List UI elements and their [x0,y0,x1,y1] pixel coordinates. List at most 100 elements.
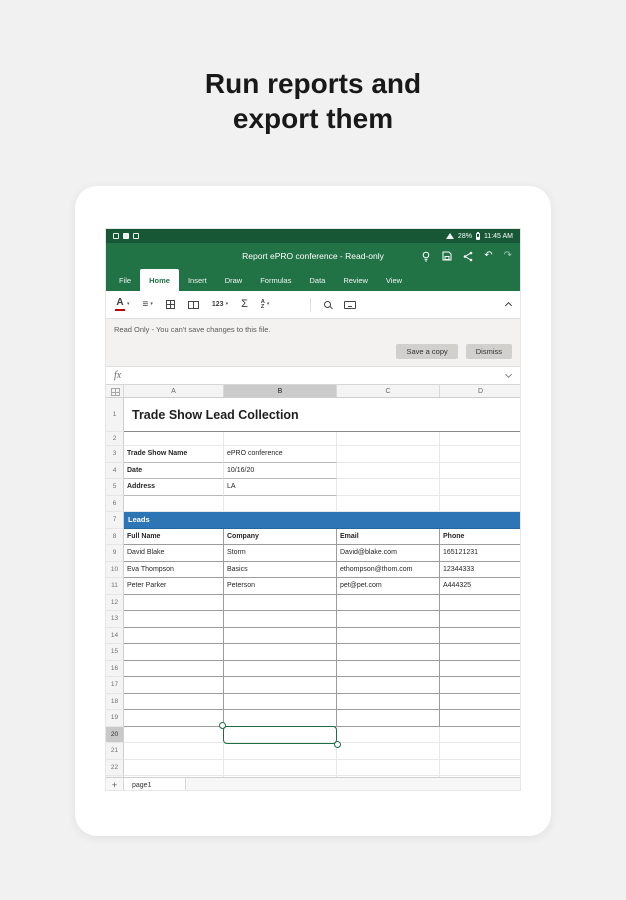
cell-C13[interactable] [337,611,440,628]
selection-box[interactable] [219,722,341,748]
menu-tab-formulas[interactable]: Formulas [251,269,300,291]
cell-D6[interactable] [440,496,520,512]
cell-B21[interactable] [224,743,337,760]
sort-filter-button[interactable]: AZ ▾ [261,299,270,310]
row-header-23[interactable]: 23 [106,776,124,777]
row-header-4[interactable]: 4 [106,462,124,479]
menu-tab-insert[interactable]: Insert [179,269,216,291]
cell-A3[interactable]: Trade Show Name [124,446,224,463]
row-header-2[interactable]: 2 [106,432,124,446]
cell-D12[interactable] [440,595,520,611]
save-icon[interactable] [442,251,452,261]
cell-C17[interactable] [337,677,440,694]
cell-D16[interactable] [440,661,520,677]
cell-leads-header[interactable]: Leads [124,512,520,529]
cell-A20[interactable] [124,726,224,743]
cell-B17[interactable] [224,677,337,694]
row-header-3[interactable]: 3 [106,446,124,463]
cell-D13[interactable] [440,611,520,628]
cell-D21[interactable] [440,743,520,760]
cell-B19[interactable] [224,710,337,727]
autosum-button[interactable]: Σ [241,299,248,310]
menu-tab-home[interactable]: Home [140,269,179,291]
font-color-button[interactable]: A ▾ [115,298,130,311]
cell-sheet-title[interactable]: Trade Show Lead Collection [124,398,520,432]
cell-C11[interactable]: pet@pet.com [337,578,440,595]
cell-D3[interactable] [440,446,520,463]
cell-A15[interactable] [124,644,224,661]
cell-A6[interactable] [124,495,224,512]
cell-C14[interactable] [337,627,440,644]
menu-tab-draw[interactable]: Draw [216,269,252,291]
column-header-b[interactable]: B [224,385,337,397]
cell-A4[interactable]: Date [124,462,224,479]
cell-C23[interactable] [337,776,440,777]
cell-B4[interactable]: 10/16/20 [224,462,337,479]
cell-D19[interactable] [440,710,520,727]
menu-tab-review[interactable]: Review [334,269,377,291]
cell-A8[interactable]: Full Name [124,528,224,545]
row-header-21[interactable]: 21 [106,743,124,760]
borders-button[interactable] [165,300,175,309]
cell-C3[interactable] [337,446,440,463]
share-icon[interactable] [463,251,473,262]
cell-D10[interactable]: 12344333 [440,562,520,578]
row-header-8[interactable]: 8 [106,528,124,545]
cell-A22[interactable] [124,759,224,776]
cell-A10[interactable]: Eva Thompson [124,561,224,578]
cell-D20[interactable] [440,727,520,743]
cell-D18[interactable] [440,694,520,710]
merge-cells-button[interactable] [187,300,199,309]
formula-expand-chevron-icon[interactable] [504,370,513,379]
cell-C9[interactable]: David@blake.com [337,545,440,562]
row-header-9[interactable]: 9 [106,545,124,562]
cell-A5[interactable]: Address [124,479,224,496]
cell-C2[interactable] [337,432,440,446]
cell-B12[interactable] [224,594,337,611]
cell-A2[interactable] [124,432,224,446]
cell-B6[interactable] [224,495,337,512]
cell-B3[interactable]: ePRO conference [224,446,337,463]
cell-B2[interactable] [224,432,337,446]
cell-A9[interactable]: David Blake [124,545,224,562]
cell-C8[interactable]: Email [337,528,440,545]
cell-C20[interactable] [337,726,440,743]
alignment-button[interactable]: ≡ ▾ [143,299,153,310]
cell-C18[interactable] [337,693,440,710]
row-header-15[interactable]: 15 [106,644,124,661]
row-header-10[interactable]: 10 [106,561,124,578]
save-a-copy-button[interactable]: Save a copy [396,344,458,359]
add-sheet-button[interactable]: + [106,778,124,790]
cell-D22[interactable] [440,760,520,776]
cell-A14[interactable] [124,627,224,644]
dismiss-button[interactable]: Dismiss [465,344,512,359]
cell-A17[interactable] [124,677,224,694]
row-header-22[interactable]: 22 [106,759,124,776]
row-header-16[interactable]: 16 [106,660,124,677]
cell-A13[interactable] [124,611,224,628]
row-header-11[interactable]: 11 [106,578,124,595]
menu-tab-file[interactable]: File [110,269,140,291]
cell-D11[interactable]: A444325 [440,578,520,595]
selection-handle-bottom-right[interactable] [334,741,341,748]
row-header-12[interactable]: 12 [106,594,124,611]
cell-C12[interactable] [337,594,440,611]
cell-A12[interactable] [124,594,224,611]
cell-B15[interactable] [224,644,337,661]
cell-B13[interactable] [224,611,337,628]
row-header-17[interactable]: 17 [106,677,124,694]
cell-C15[interactable] [337,644,440,661]
column-header-d[interactable]: D [440,385,520,397]
row-header-6[interactable]: 6 [106,495,124,512]
sheet-tab-page1[interactable]: page1 [124,778,186,790]
cell-B8[interactable]: Company [224,528,337,545]
row-header-13[interactable]: 13 [106,611,124,628]
search-button[interactable] [324,301,332,308]
cell-B18[interactable] [224,693,337,710]
number-format-button[interactable]: 123 ▾ [212,301,228,308]
undo-icon[interactable]: ↶ [484,251,492,261]
cell-B11[interactable]: Peterson [224,578,337,595]
cell-B22[interactable] [224,759,337,776]
cell-A18[interactable] [124,693,224,710]
cell-C22[interactable] [337,759,440,776]
